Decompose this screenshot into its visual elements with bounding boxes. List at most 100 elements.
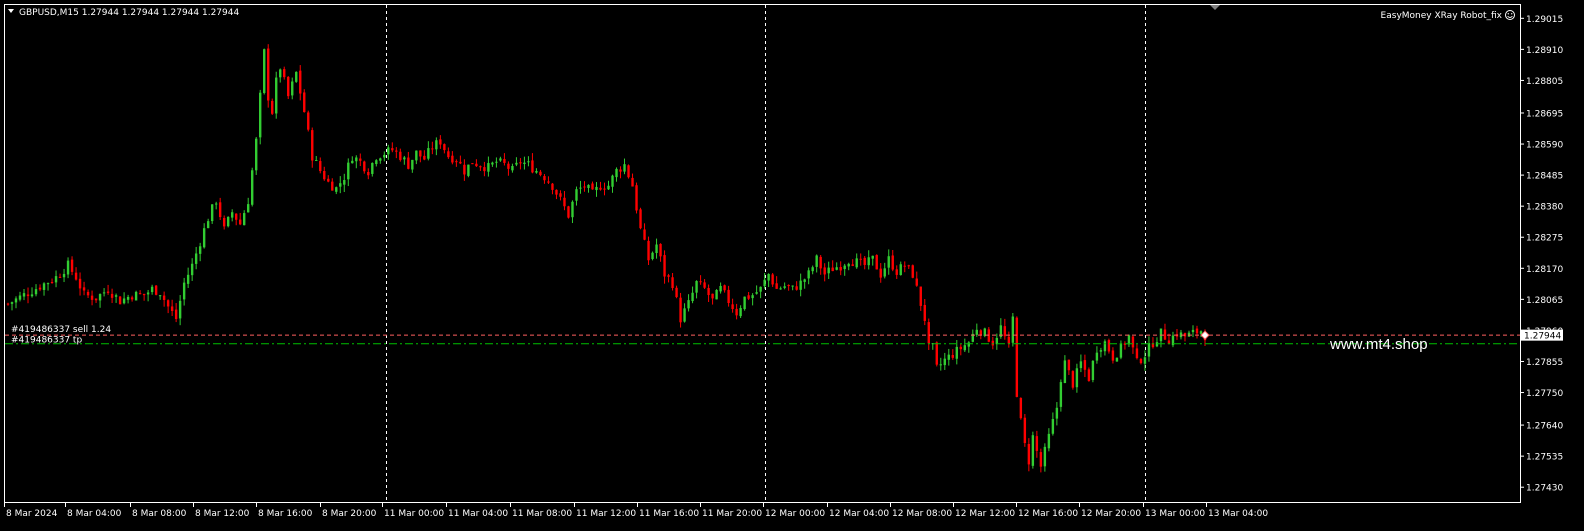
candle <box>130 295 134 302</box>
candle <box>259 89 262 145</box>
candle <box>307 110 310 132</box>
candle <box>811 265 814 275</box>
candle <box>427 141 430 161</box>
candle <box>495 157 498 168</box>
candle <box>182 277 186 306</box>
candle <box>863 256 866 270</box>
candle <box>206 218 210 229</box>
candle <box>431 141 434 155</box>
candle <box>739 305 742 319</box>
candle <box>971 329 975 343</box>
candle <box>555 189 558 200</box>
candle <box>687 294 690 312</box>
candle <box>355 155 358 169</box>
candle <box>791 285 794 291</box>
candle <box>114 293 118 303</box>
candle <box>615 167 618 182</box>
candle <box>1195 325 1199 339</box>
time-tick-label: 13 Mar 04:00 <box>1208 509 1268 519</box>
candle <box>859 253 862 266</box>
candle <box>395 147 398 159</box>
candle <box>539 169 542 177</box>
candle <box>106 284 110 295</box>
candle <box>1155 337 1159 348</box>
candle <box>695 280 698 299</box>
price-tick-label: 1.28065 <box>1526 296 1563 306</box>
candle <box>491 161 494 167</box>
candle <box>379 157 382 164</box>
candle <box>515 157 518 167</box>
candle <box>198 242 202 262</box>
candle <box>387 144 390 160</box>
price-tick-label: 1.27430 <box>1526 484 1563 494</box>
candle <box>327 175 330 183</box>
candle <box>511 163 514 173</box>
candle <box>1071 370 1075 390</box>
candle <box>963 338 966 353</box>
candle <box>531 153 534 174</box>
candle <box>635 182 638 214</box>
candle <box>831 260 834 272</box>
candle <box>371 162 374 177</box>
candle <box>611 174 614 193</box>
time-tick-label: 13 Mar 00:00 <box>1145 509 1205 519</box>
candle <box>166 299 170 314</box>
smiley-icon[interactable] <box>1505 10 1515 20</box>
candle <box>807 267 810 285</box>
candle <box>86 289 90 298</box>
candle <box>271 98 274 115</box>
candle <box>70 256 74 276</box>
candles <box>6 44 1207 473</box>
candle <box>1139 357 1143 365</box>
candle <box>399 148 402 162</box>
candle <box>607 180 610 190</box>
price-chart[interactable]: 1.29015 1.28910 1.28805 1.28695 1.28590 1.284… <box>0 0 1584 531</box>
candle <box>1059 379 1063 412</box>
candle <box>439 135 442 149</box>
price-tick-label: 1.27640 <box>1526 422 1563 432</box>
candle <box>939 357 942 371</box>
candle <box>367 168 370 180</box>
candle <box>887 249 890 275</box>
candle <box>423 150 426 161</box>
candle <box>359 153 362 167</box>
price-tick-label: 1.28485 <box>1526 172 1563 182</box>
candle <box>331 178 334 191</box>
candle <box>1011 313 1015 347</box>
candle <box>1163 323 1167 341</box>
candle <box>1083 354 1087 378</box>
candle <box>54 270 58 288</box>
day-separators <box>386 5 1146 502</box>
candle <box>299 65 302 101</box>
candle <box>247 197 250 213</box>
candle <box>487 156 490 177</box>
candle <box>827 261 830 279</box>
candle <box>447 147 450 159</box>
candle <box>795 281 798 291</box>
chart-menu-triangle-icon[interactable] <box>8 9 14 13</box>
candle <box>347 158 350 187</box>
time-tick-label: 12 Mar 08:00 <box>892 509 952 519</box>
candle <box>190 258 194 281</box>
candle <box>659 243 662 262</box>
candle <box>238 212 242 226</box>
candle <box>723 284 726 293</box>
candle <box>279 68 282 83</box>
time-tick-label: 8 Mar 2024 <box>6 509 58 519</box>
candle <box>867 250 870 270</box>
candle <box>835 262 838 271</box>
candle <box>255 136 258 175</box>
candle <box>587 184 590 193</box>
candle <box>771 272 774 287</box>
candle <box>1151 337 1155 349</box>
candle <box>38 284 42 292</box>
candle <box>719 282 722 294</box>
chart-shift-marker-icon[interactable] <box>1210 5 1220 10</box>
candle <box>975 323 979 337</box>
candle <box>819 254 822 275</box>
candle <box>911 264 914 279</box>
candle <box>10 301 14 311</box>
svg-text:1.27944: 1.27944 <box>1524 332 1561 342</box>
candle <box>459 155 462 165</box>
candle <box>535 168 538 174</box>
